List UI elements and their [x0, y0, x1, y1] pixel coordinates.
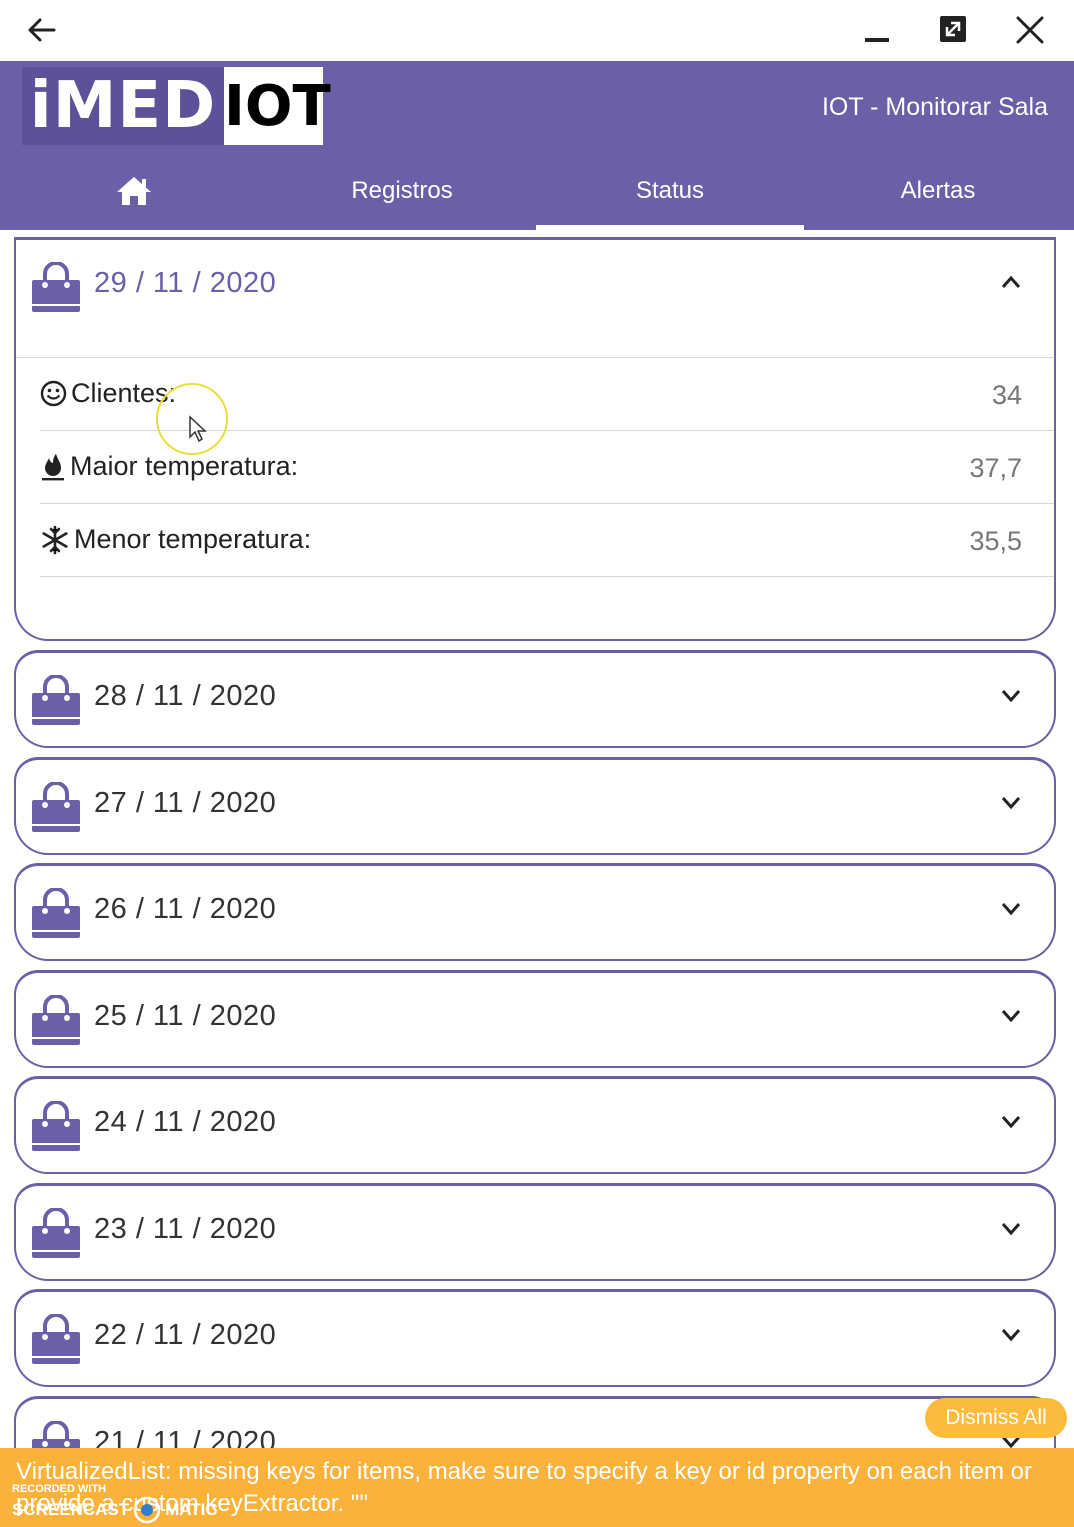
chevron-down-icon[interactable] [1000, 1007, 1022, 1023]
watermark-line1: RECORDED WITH [12, 1483, 107, 1495]
day-card-header[interactable]: 24 / 11 / 2020 [16, 1079, 1054, 1171]
logo-iot: IOT [224, 67, 331, 145]
day-card: 24 / 11 / 2020 [14, 1076, 1056, 1174]
stat-value: 37,7 [969, 453, 1022, 483]
chevron-down-icon[interactable] [1000, 687, 1022, 703]
stat-value: 34 [991, 380, 1022, 410]
active-tab-indicator [536, 225, 804, 230]
close-icon[interactable] [1011, 11, 1049, 49]
day-date: 25 / 11 / 2020 [94, 1000, 277, 1032]
window-titlebar [0, 0, 1074, 61]
watermark-brand-a: SCREENCAST [12, 1500, 130, 1519]
day-card: 22 / 11 / 2020 [14, 1289, 1056, 1387]
day-date: 27 / 11 / 2020 [94, 787, 277, 819]
snowflake-icon [42, 525, 68, 554]
day-card-header[interactable]: 29 / 11 / 2020 [16, 240, 1054, 332]
watermark-brand-b: MATIC [165, 1500, 218, 1519]
chevron-down-icon[interactable] [1000, 794, 1022, 810]
day-card-header[interactable]: 22 / 11 / 2020 [16, 1292, 1054, 1384]
chevron-down-icon[interactable] [1000, 900, 1022, 916]
tab-label: Registros [351, 177, 453, 204]
day-date: 29 / 11 / 2020 [94, 267, 277, 299]
shopping-bag-icon [32, 675, 80, 725]
app-logo: iMED IOT [22, 67, 331, 145]
mouse-pointer-icon [189, 415, 207, 443]
chevron-down-icon[interactable] [1000, 1326, 1022, 1342]
tab-alertas[interactable]: Alertas [804, 151, 1072, 230]
app-header: iMED IOT IOT - Monitorar Sala Registros … [0, 61, 1074, 230]
day-card-header[interactable]: 23 / 11 / 2020 [16, 1186, 1054, 1278]
shopping-bag-icon [32, 995, 80, 1045]
shopping-bag-icon [32, 782, 80, 832]
chevron-up-icon[interactable] [1000, 274, 1022, 290]
day-card: 25 / 11 / 2020 [14, 970, 1056, 1068]
arrow-left-icon[interactable] [24, 12, 60, 48]
day-card: 27 / 11 / 2020 [14, 757, 1056, 855]
smile-icon [40, 380, 67, 407]
day-date: 26 / 11 / 2020 [94, 893, 277, 925]
day-card-header[interactable]: 26 / 11 / 2020 [16, 866, 1054, 958]
minimize-icon[interactable] [860, 12, 896, 48]
home-icon [117, 177, 151, 205]
fire-icon [42, 453, 64, 480]
tab-home[interactable] [0, 151, 268, 230]
day-card: 23 / 11 / 2020 [14, 1183, 1056, 1281]
shopping-bag-icon [32, 1314, 80, 1364]
tab-label: Status [635, 177, 705, 204]
tab-bar: Registros Status Alertas [0, 151, 1074, 230]
day-card-header[interactable]: 27 / 11 / 2020 [16, 760, 1054, 852]
day-date: 24 / 11 / 2020 [94, 1106, 277, 1138]
shopping-bag-icon [32, 262, 80, 312]
shopping-bag-icon [32, 888, 80, 938]
day-card: 26 / 11 / 2020 [14, 863, 1056, 961]
tab-label: Alertas [900, 177, 976, 204]
maximize-icon[interactable] [934, 10, 972, 48]
page-title: IOT - Monitorar Sala [821, 93, 1048, 121]
tab-registros[interactable]: Registros [268, 151, 536, 230]
stat-label: Menor temperatura: [74, 524, 312, 554]
tab-status[interactable]: Status [536, 151, 804, 230]
shopping-bag-icon [32, 1208, 80, 1258]
day-card-header[interactable]: 28 / 11 / 2020 [16, 653, 1054, 745]
chevron-down-icon[interactable] [1000, 1220, 1022, 1236]
screencast-logo-icon [133, 1496, 161, 1524]
dismiss-all-button[interactable]: Dismiss All [925, 1398, 1067, 1438]
shopping-bag-icon [32, 1101, 80, 1151]
day-card: 28 / 11 / 2020 [14, 650, 1056, 748]
cursor-highlight [156, 383, 228, 455]
day-card-header[interactable]: 25 / 11 / 2020 [16, 973, 1054, 1065]
day-date: 28 / 11 / 2020 [94, 680, 277, 712]
day-date: 22 / 11 / 2020 [94, 1319, 277, 1351]
stat-row-menor-temperatura: Menor temperatura: 35,5 [40, 503, 1054, 576]
day-date: 23 / 11 / 2020 [94, 1213, 277, 1245]
chevron-down-icon[interactable] [1000, 1113, 1022, 1129]
stat-row-divider [40, 576, 1054, 613]
stat-label: Maior temperatura: [70, 451, 299, 481]
logo-imed: iMED [22, 67, 224, 145]
stat-value: 35,5 [969, 526, 1022, 556]
watermark: RECORDED WITH SCREENCAST MATIC [12, 1482, 218, 1524]
